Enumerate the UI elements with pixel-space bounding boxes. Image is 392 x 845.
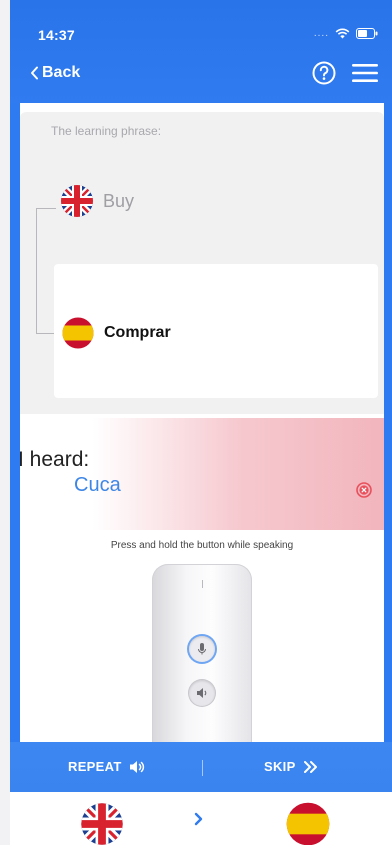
header: 14:37 .... Back [10,0,392,103]
action-divider [202,760,203,776]
app-screen: 14:37 .... Back The learning phrase: Buy… [10,0,392,845]
device-slot [202,580,203,588]
frame-left [10,103,20,743]
skip-button[interactable]: SKIP [264,759,319,774]
microphone-icon [198,643,206,655]
learning-phrase-panel: The learning phrase: Buy Comprar [20,112,384,414]
chevron-right-icon [194,812,203,826]
tree-connector-branch [36,208,56,209]
double-chevron-right-icon [303,760,317,773]
spain-flag-icon[interactable] [286,802,330,845]
uk-flag-icon[interactable] [80,802,124,845]
repeat-label: REPEAT [68,759,122,774]
skip-label: SKIP [264,759,296,774]
tree-connector-branch [36,333,56,334]
signal-dots: .... [313,28,329,39]
error-close-icon[interactable] [356,482,372,498]
recognition-value: Cuca [74,474,121,496]
playback-button[interactable] [189,680,215,706]
source-phrase-text: Buy [103,190,135,211]
recognition-label: I heard: [20,448,90,471]
language-switcher [10,792,392,845]
menu-icon[interactable] [352,63,378,83]
repeat-button[interactable]: REPEAT [68,759,145,774]
speaker-icon [196,688,206,698]
battery-icon [356,28,378,39]
status-time: 14:37 [38,27,75,43]
learning-phrase-label: The learning phrase: [51,124,162,138]
help-icon[interactable] [312,61,336,85]
target-phrase-text: Comprar [104,324,171,341]
spain-flag-icon [62,317,94,349]
target-phrase-row: Comprar [62,317,171,349]
exercise-card: The learning phrase: Buy Comprar I heard… [20,112,384,742]
speaking-instruction: Press and hold the button while speaking [110,540,294,551]
back-label: Back [42,64,81,81]
back-button[interactable]: Back [30,64,80,82]
source-phrase-row: Buy [60,184,134,218]
chevron-left-icon [31,66,38,80]
status-icons: .... [314,28,378,39]
wifi-icon [335,28,350,39]
action-bar: REPEAT SKIP [10,742,392,792]
record-button[interactable] [189,636,215,662]
uk-flag-icon [61,185,93,217]
speaker-icon [129,760,144,773]
recorder-device [152,564,252,742]
recognition-panel: I heard: Cuca [20,418,384,530]
tree-connector [36,208,37,333]
frame-right [384,103,392,743]
